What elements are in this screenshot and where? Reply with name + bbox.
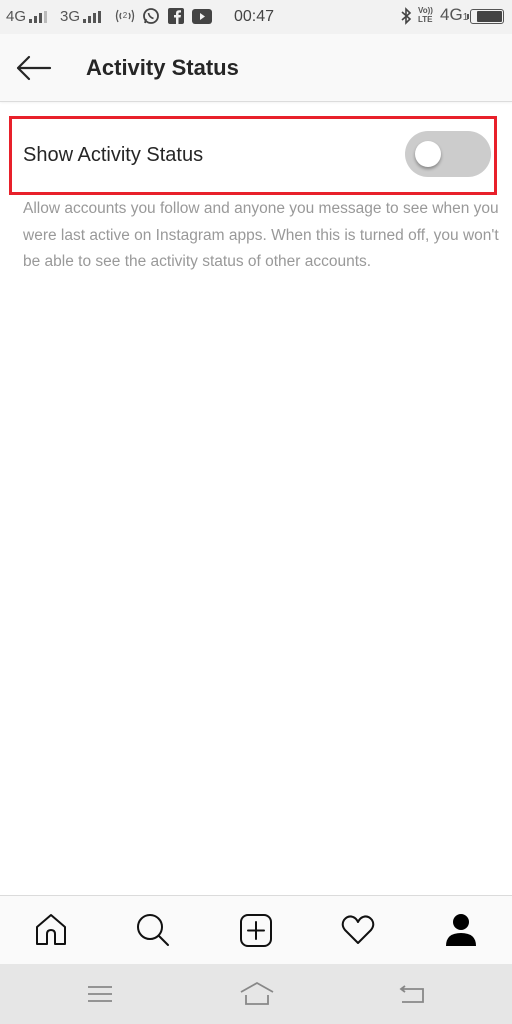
volte-bottom: LTE: [418, 15, 433, 24]
svg-text:2: 2: [123, 11, 128, 20]
network-4g: 4G: [6, 8, 48, 25]
network-3g-label: 3G: [60, 8, 81, 25]
back-icon: [399, 985, 424, 1003]
bluetooth-icon: [400, 7, 412, 25]
activity-status-toggle[interactable]: [405, 131, 491, 177]
show-activity-status-row[interactable]: Show Activity Status: [9, 116, 497, 195]
menu-icon: [88, 986, 112, 1002]
setting-description: Allow accounts you follow and anyone you…: [23, 200, 499, 270]
whatsapp-icon: [142, 7, 160, 25]
clock: 00:47: [234, 8, 275, 25]
bottom-tab-bar: [0, 895, 512, 964]
signal-icon: [29, 10, 48, 23]
network-4g-2-label: 4G: [440, 5, 463, 24]
system-nav-bar: [0, 964, 512, 1024]
nav-menu-button[interactable]: [80, 980, 120, 1008]
network-4g-2: 4G 1: [440, 5, 468, 25]
setting-label: Show Activity Status: [23, 144, 204, 166]
signal-icon: [83, 10, 102, 23]
youtube-icon: [192, 9, 212, 24]
arrow-left-icon: [16, 55, 52, 81]
hotspot-icon: 2: [114, 6, 136, 26]
tab-activity[interactable]: [338, 910, 378, 950]
plus-square-icon: [240, 914, 272, 947]
app-bar: Activity Status: [0, 34, 512, 102]
tab-new-post[interactable]: [236, 910, 276, 950]
home-icon: [36, 914, 66, 945]
tab-search[interactable]: [133, 910, 173, 950]
network-3g: 3G: [60, 8, 102, 25]
back-button[interactable]: [14, 52, 54, 84]
toggle-knob: [415, 141, 441, 167]
profile-icon: [446, 914, 476, 946]
search-icon: [137, 914, 169, 946]
home-outline-icon: [240, 981, 274, 1005]
nav-home-button[interactable]: [237, 980, 277, 1008]
battery-fill: [477, 11, 502, 22]
page-title: Activity Status: [86, 55, 239, 80]
network-4g-label: 4G: [6, 8, 27, 25]
status-bar: 4G 3G 2 00:47 Vo)) LTE 4G 1: [0, 0, 512, 34]
heart-icon: [341, 915, 375, 944]
battery-icon: [467, 9, 504, 24]
tab-home[interactable]: [31, 910, 71, 950]
facebook-icon: [168, 8, 184, 24]
nav-back-button[interactable]: [392, 980, 432, 1008]
tab-profile[interactable]: [441, 910, 481, 950]
volte-indicator: Vo)) LTE: [418, 6, 433, 24]
volte-top: Vo)): [418, 6, 433, 15]
